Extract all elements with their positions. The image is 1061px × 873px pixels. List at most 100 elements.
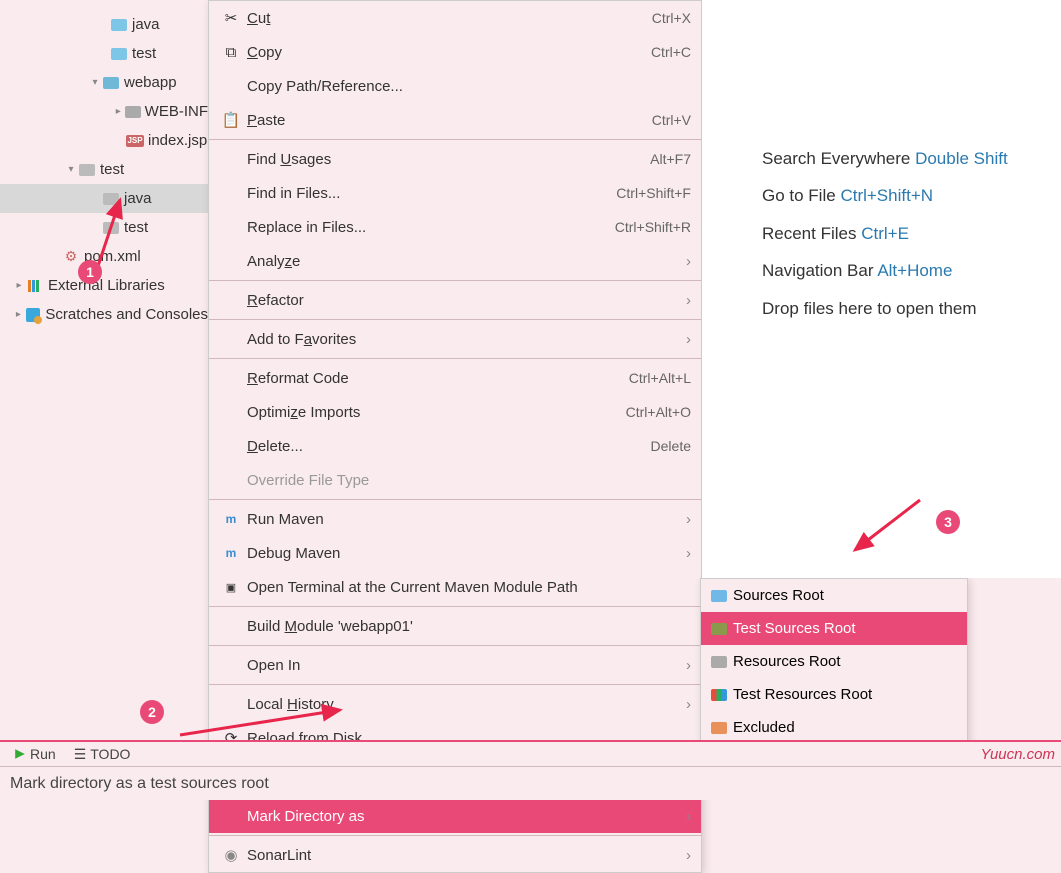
kbd-navbar: Alt+Home bbox=[877, 261, 952, 280]
copy-icon: ⧉ bbox=[219, 44, 243, 61]
tree-node-webinf[interactable]: ▸ WEB-INF bbox=[0, 97, 208, 126]
submenu-arrow-icon: › bbox=[675, 696, 691, 713]
sonar-icon: ◉ bbox=[219, 846, 243, 864]
status-text: Mark directory as a test sources root bbox=[10, 775, 269, 793]
chevron-down-icon[interactable]: ▾ bbox=[88, 77, 102, 88]
tool-window-bar: Run ☰TODO bbox=[0, 740, 1061, 766]
watermark: Yuucn.com bbox=[981, 746, 1055, 763]
tree-label: index.jsp bbox=[148, 132, 207, 149]
tree-label: Scratches and Consoles bbox=[45, 306, 208, 323]
submenu-arrow-icon: › bbox=[675, 253, 691, 270]
submenu-test-sources-root[interactable]: Test Sources Root bbox=[701, 612, 967, 645]
tool-label: Run bbox=[30, 746, 56, 762]
menu-copypath[interactable]: Copy Path/Reference... bbox=[209, 69, 701, 103]
status-bar: Mark directory as a test sources root bbox=[0, 766, 1061, 800]
tree-node-index[interactable]: JSP index.jsp bbox=[0, 126, 208, 155]
annotation-arrow-2 bbox=[170, 640, 370, 750]
annotation-callout-1: 1 bbox=[78, 260, 102, 284]
project-tree-panel: java test ▾webapp ▸WEB-INF JSPindex.jsp … bbox=[0, 0, 208, 740]
folder-green-icon bbox=[711, 623, 727, 635]
menu-openterm[interactable]: ▣Open Terminal at the Current Maven Modu… bbox=[209, 570, 701, 604]
menu-separator bbox=[209, 358, 701, 359]
menu-copy[interactable]: ⧉CopyCtrl+C bbox=[209, 35, 701, 69]
menu-separator bbox=[209, 499, 701, 500]
submenu-arrow-icon: › bbox=[675, 808, 691, 825]
tree-label: WEB-INF bbox=[145, 103, 208, 120]
menu-sonar[interactable]: ◉SonarLint› bbox=[209, 838, 701, 872]
submenu-label: Excluded bbox=[733, 719, 795, 736]
tree-label: test bbox=[100, 161, 124, 178]
maven-debug-icon: m bbox=[219, 546, 243, 560]
menu-replaceinfiles[interactable]: Replace in Files...Ctrl+Shift+R bbox=[209, 210, 701, 244]
terminal-icon: ▣ bbox=[219, 581, 243, 594]
folder-orange-icon bbox=[711, 722, 727, 734]
menu-refactor[interactable]: Refactor› bbox=[209, 283, 701, 317]
todo-icon: ☰ bbox=[74, 746, 87, 763]
submenu-test-resources-root[interactable]: Test Resources Root bbox=[701, 678, 967, 711]
chevron-right-icon[interactable]: ▸ bbox=[12, 309, 25, 320]
tree-node-test1[interactable]: test bbox=[0, 39, 208, 68]
tool-label: TODO bbox=[90, 746, 130, 762]
menu-separator bbox=[209, 280, 701, 281]
menu-buildmod[interactable]: Build Module 'webapp01' bbox=[209, 609, 701, 643]
hint-search: Search Everywhere bbox=[762, 149, 910, 168]
kbd-recent: Ctrl+E bbox=[861, 224, 909, 243]
tree-label: webapp bbox=[124, 74, 177, 91]
tree-node-webapp[interactable]: ▾ webapp bbox=[0, 68, 208, 97]
menu-separator bbox=[209, 606, 701, 607]
menu-optimize[interactable]: Optimize ImportsCtrl+Alt+O bbox=[209, 395, 701, 429]
folder-grey-icon bbox=[711, 656, 727, 668]
paste-icon: 📋 bbox=[219, 111, 243, 129]
submenu-arrow-icon: › bbox=[675, 847, 691, 864]
menu-cut[interactable]: ✂CutCtrl+X bbox=[209, 1, 701, 35]
menu-separator bbox=[209, 835, 701, 836]
submenu-label: Sources Root bbox=[733, 587, 824, 604]
tree-node-java[interactable]: java bbox=[0, 10, 208, 39]
menu-reformat[interactable]: Reformat CodeCtrl+Alt+L bbox=[209, 361, 701, 395]
menu-separator bbox=[209, 319, 701, 320]
menu-delete[interactable]: Delete...Delete bbox=[209, 429, 701, 463]
chevron-right-icon[interactable]: ▸ bbox=[112, 106, 125, 117]
tool-run-button[interactable]: Run bbox=[14, 746, 56, 762]
tree-label: java bbox=[132, 16, 160, 33]
kbd-search: Double Shift bbox=[915, 149, 1008, 168]
chevron-right-icon[interactable]: ▸ bbox=[12, 280, 26, 291]
menu-findusages[interactable]: Find UsagesAlt+F7 bbox=[209, 142, 701, 176]
menu-markdir[interactable]: Mark Directory as› bbox=[209, 799, 701, 833]
menu-override: Override File Type bbox=[209, 463, 701, 497]
tree-node-scratch[interactable]: ▸ Scratches and Consoles bbox=[0, 300, 208, 329]
submenu-label: Test Resources Root bbox=[733, 686, 872, 703]
menu-debugmaven[interactable]: mDebug Maven› bbox=[209, 536, 701, 570]
submenu-arrow-icon: › bbox=[675, 331, 691, 348]
submenu-sources-root[interactable]: Sources Root bbox=[701, 579, 967, 612]
submenu-label: Test Sources Root bbox=[733, 620, 856, 637]
annotation-arrow-3 bbox=[840, 490, 940, 570]
jsp-icon: JSP bbox=[126, 135, 144, 147]
menu-analyze[interactable]: Analyze› bbox=[209, 244, 701, 278]
submenu-resources-root[interactable]: Resources Root bbox=[701, 645, 967, 678]
play-icon bbox=[14, 748, 26, 760]
submenu-label: Resources Root bbox=[733, 653, 841, 670]
menu-findinfiles[interactable]: Find in Files...Ctrl+Shift+F bbox=[209, 176, 701, 210]
chevron-down-icon[interactable]: ▾ bbox=[64, 164, 78, 175]
submenu-arrow-icon: › bbox=[675, 511, 691, 528]
hint-navbar: Navigation Bar bbox=[762, 261, 874, 280]
menu-separator bbox=[209, 139, 701, 140]
hint-recent: Recent Files bbox=[762, 224, 856, 243]
submenu-arrow-icon: › bbox=[675, 545, 691, 562]
hint-drop: Drop files here to open them bbox=[762, 299, 977, 318]
folder-multi-icon bbox=[711, 689, 727, 701]
annotation-callout-2: 2 bbox=[140, 700, 164, 724]
submenu-arrow-icon: › bbox=[675, 292, 691, 309]
submenu-arrow-icon: › bbox=[675, 657, 691, 674]
menu-runmaven[interactable]: mRun Maven› bbox=[209, 502, 701, 536]
kbd-gotofile: Ctrl+Shift+N bbox=[840, 186, 933, 205]
maven-run-icon: m bbox=[219, 512, 243, 526]
scratch-icon bbox=[25, 306, 42, 324]
hint-gotofile: Go to File bbox=[762, 186, 836, 205]
annotation-callout-3: 3 bbox=[936, 510, 960, 534]
tool-todo-button[interactable]: ☰TODO bbox=[74, 746, 131, 763]
menu-addfav[interactable]: Add to Favorites› bbox=[209, 322, 701, 356]
tree-label: test bbox=[132, 45, 156, 62]
menu-paste[interactable]: 📋PasteCtrl+V bbox=[209, 103, 701, 137]
